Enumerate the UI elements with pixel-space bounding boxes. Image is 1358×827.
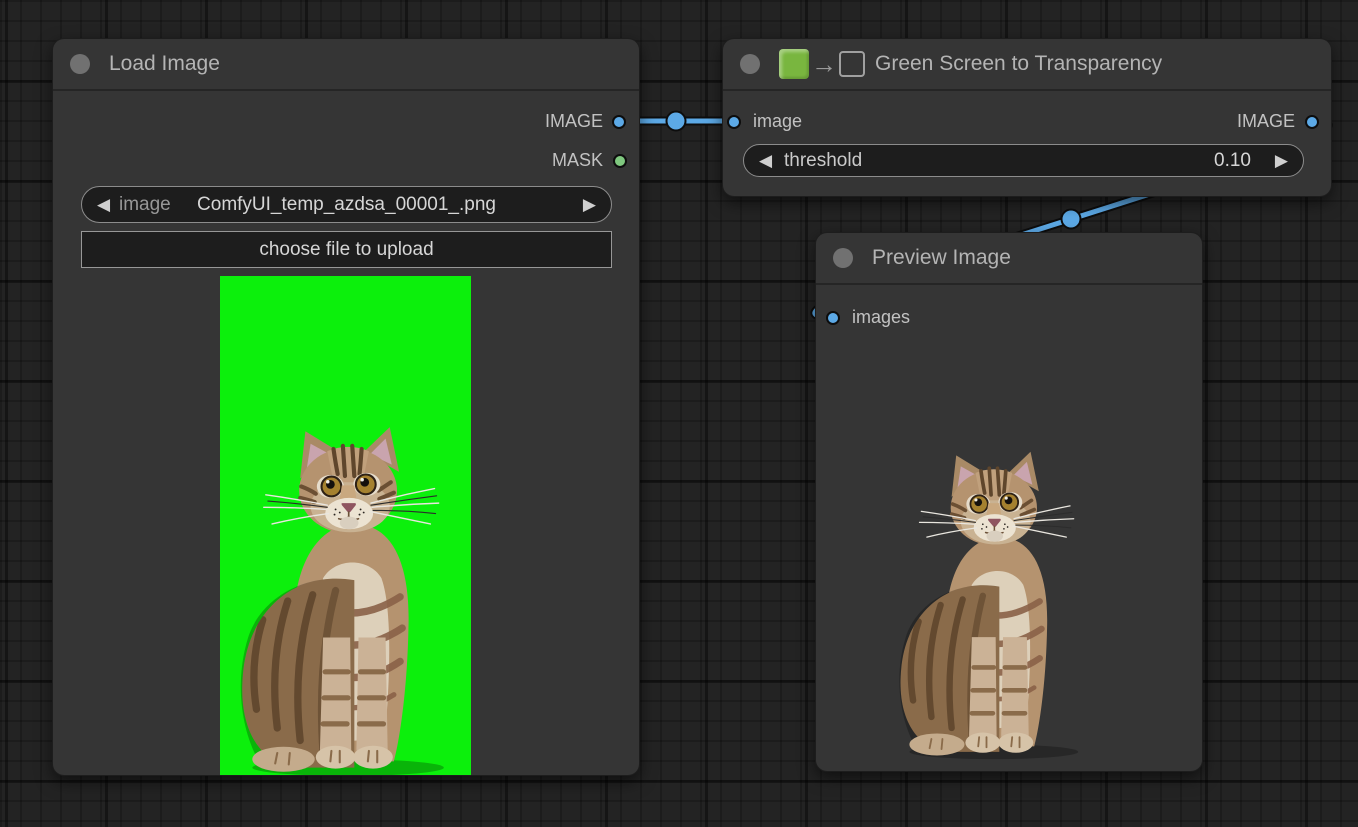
output-port-image[interactable] <box>612 115 626 129</box>
node-title: Green Screen to Transparency <box>875 52 1162 76</box>
input-label-images: images <box>852 307 910 328</box>
transparent-square-icon <box>839 51 865 77</box>
arrow-right-icon: → <box>811 51 837 77</box>
link-midpoint-dot <box>667 112 686 131</box>
cat-image <box>228 424 464 776</box>
green-square-icon <box>779 49 809 79</box>
node-title: Load Image <box>109 52 220 76</box>
greenscreen-image-preview <box>220 276 471 776</box>
preview-image-titlebar[interactable]: Preview Image <box>816 233 1202 285</box>
threshold-value[interactable]: 0.10 <box>1214 150 1251 172</box>
green-screen-title-icons: → <box>779 49 865 79</box>
threshold-increase-icon[interactable]: ▶ <box>1275 145 1288 176</box>
node-preview-image[interactable]: Preview Image images <box>815 232 1203 772</box>
threshold-widget[interactable]: ◀ threshold 0.10 ▶ <box>743 144 1304 177</box>
green-screen-titlebar[interactable]: → Green Screen to Transparency <box>723 39 1331 91</box>
node-green-screen-to-transparency[interactable]: → Green Screen to Transparency image IMA… <box>722 38 1332 197</box>
threshold-label: threshold <box>784 150 862 172</box>
input-port-image[interactable] <box>727 115 741 129</box>
image-combo-widget[interactable]: ◀ image ComfyUI_temp_azdsa_00001_.png ▶ <box>81 186 612 223</box>
output-label-mask: MASK <box>552 150 603 171</box>
load-image-titlebar[interactable]: Load Image <box>53 39 639 91</box>
node-title: Preview Image <box>872 246 1011 270</box>
node-editor-canvas[interactable]: Load Image IMAGE MASK ◀ image ComfyUI_te… <box>0 0 1358 827</box>
output-label-image: IMAGE <box>545 111 603 132</box>
output-port-mask[interactable] <box>613 154 627 168</box>
collapse-dot-icon[interactable] <box>740 54 760 74</box>
threshold-decrease-icon[interactable]: ◀ <box>759 145 772 176</box>
output-port-image[interactable] <box>1305 115 1319 129</box>
collapse-dot-icon[interactable] <box>70 54 90 74</box>
choose-file-button[interactable]: choose file to upload <box>81 231 612 268</box>
input-port-images[interactable] <box>826 311 840 325</box>
collapse-dot-icon[interactable] <box>833 248 853 268</box>
node-load-image[interactable]: Load Image IMAGE MASK ◀ image ComfyUI_te… <box>52 38 640 776</box>
input-label-image: image <box>753 111 802 132</box>
output-label-image: IMAGE <box>1237 111 1295 132</box>
link-midpoint-dot <box>1062 210 1081 229</box>
combo-value[interactable]: ComfyUI_temp_azdsa_00001_.png <box>82 194 611 216</box>
cat-image-transparent <box>888 449 1096 761</box>
